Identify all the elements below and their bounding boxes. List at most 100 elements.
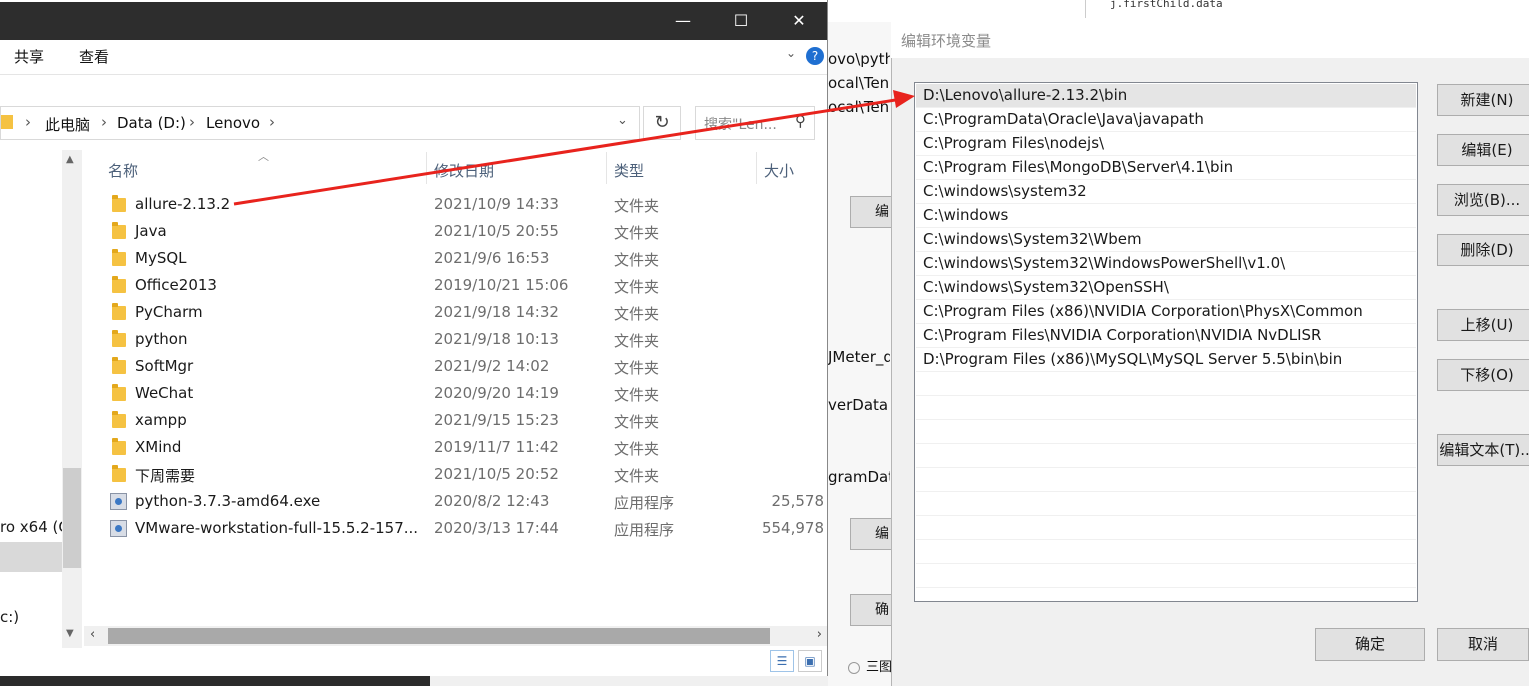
- file-type: 文件夹: [614, 467, 660, 485]
- env-path-item[interactable]: C:\windows\System32\OpenSSH\: [916, 276, 1416, 300]
- file-row[interactable]: XMind 2019/11/7 11:42 文件夹: [108, 435, 827, 462]
- env-path-item[interactable]: C:\Program Files\nodejs\: [916, 132, 1416, 156]
- tab-share[interactable]: 共享: [14, 46, 44, 67]
- file-row[interactable]: WeChat 2020/9/20 14:19 文件夹: [108, 381, 827, 408]
- search-icon[interactable]: ⚲: [795, 112, 806, 130]
- maximize-icon[interactable]: ☐: [712, 2, 770, 40]
- address-bar[interactable]: › 此电脑 › Data (D:) › Lenovo › ⌄: [0, 106, 640, 140]
- scroll-right-icon[interactable]: ›: [817, 627, 822, 642]
- horizontal-scrollbar-thumb[interactable]: [108, 628, 770, 644]
- column-divider[interactable]: [606, 152, 607, 184]
- close-icon[interactable]: ✕: [770, 2, 827, 40]
- nav-scrollbar-thumb[interactable]: [63, 468, 81, 568]
- details-view-icon[interactable]: ☰: [770, 650, 794, 672]
- file-row[interactable]: xampp 2021/9/15 15:23 文件夹: [108, 408, 827, 435]
- column-divider[interactable]: [756, 152, 757, 184]
- column-header-type[interactable]: 类型: [614, 160, 644, 181]
- file-row[interactable]: python-3.7.3-amd64.exe 2020/8/2 12:43 应用程序…: [108, 489, 827, 516]
- column-header-size[interactable]: 大小: [764, 160, 794, 181]
- env-path-item[interactable]: C:\Program Files\MongoDB\Server\4.1\bin: [916, 156, 1416, 180]
- browse-button[interactable]: 浏览(B)...: [1437, 184, 1529, 216]
- status-bar: [0, 648, 827, 676]
- file-explorer-window: — ☐ ✕ 共享 查看 ⌄ ? › 此电脑 › Data (D:) › Leno…: [0, 0, 828, 676]
- nav-scrollbar[interactable]: ▲ ▼: [62, 150, 82, 650]
- breadcrumb-this-pc[interactable]: 此电脑: [45, 114, 90, 135]
- env-path-empty-row[interactable]: [916, 372, 1416, 396]
- file-date: 2021/10/5 20:55: [434, 222, 559, 240]
- file-row[interactable]: VMware-workstation-full-15.5.2-157... 202…: [108, 516, 827, 543]
- file-date: 2021/9/18 14:32: [434, 303, 559, 321]
- sort-ascending-icon: ︿: [258, 150, 269, 163]
- chevron-down-icon[interactable]: ⌄: [786, 46, 796, 60]
- scroll-left-icon[interactable]: ‹: [90, 627, 95, 642]
- move-up-button[interactable]: 上移(U): [1437, 309, 1529, 341]
- column-divider[interactable]: [426, 152, 427, 184]
- file-row[interactable]: python 2021/9/18 10:13 文件夹: [108, 327, 827, 354]
- search-input[interactable]: 搜索"Len... ⚲: [695, 106, 815, 140]
- chevron-right-icon: ›: [25, 113, 31, 131]
- new-button[interactable]: 新建(N): [1437, 84, 1529, 116]
- env-path-item[interactable]: C:\windows\System32\WindowsPowerShell\v1…: [916, 252, 1416, 276]
- env-path-empty-row[interactable]: [916, 444, 1416, 468]
- help-icon[interactable]: ?: [806, 47, 824, 65]
- ok-button[interactable]: 确定: [1315, 628, 1425, 661]
- breadcrumb-lenovo[interactable]: Lenovo: [206, 114, 260, 132]
- background-edit-button[interactable]: 编: [850, 196, 894, 228]
- edit-button[interactable]: 编辑(E): [1437, 134, 1529, 166]
- env-path-item[interactable]: C:\windows\system32: [916, 180, 1416, 204]
- env-path-empty-row[interactable]: [916, 516, 1416, 540]
- file-row[interactable]: SoftMgr 2021/9/2 14:02 文件夹: [108, 354, 827, 381]
- nav-item-drive[interactable]: c:): [0, 608, 19, 626]
- cancel-button[interactable]: 取消: [1437, 628, 1529, 661]
- file-row[interactable]: Java 2021/10/5 20:55 文件夹: [108, 219, 827, 246]
- nav-item-selected[interactable]: [0, 542, 62, 572]
- env-path-text: D:\Program Files (x86)\MySQL\MySQL Serve…: [923, 350, 1343, 368]
- background-edit-button[interactable]: 编: [850, 518, 894, 550]
- column-header-date[interactable]: 修改日期: [434, 160, 494, 181]
- env-path-empty-row[interactable]: [916, 492, 1416, 516]
- env-path-item[interactable]: C:\Program Files\NVIDIA Corporation\NVID…: [916, 324, 1416, 348]
- folder-icon: [1, 115, 13, 129]
- env-path-empty-row[interactable]: [916, 420, 1416, 444]
- file-row[interactable]: allure-2.13.2 2021/10/9 14:33 文件夹: [108, 192, 827, 219]
- env-path-item[interactable]: D:\Program Files (x86)\MySQL\MySQL Serve…: [916, 348, 1416, 372]
- file-row[interactable]: MySQL 2021/9/6 16:53 文件夹: [108, 246, 827, 273]
- thumbnail-view-icon[interactable]: ▣: [798, 650, 822, 672]
- refresh-icon[interactable]: ↻: [643, 106, 681, 140]
- env-path-text: C:\windows\System32\OpenSSH\: [923, 278, 1169, 296]
- move-down-button[interactable]: 下移(O): [1437, 359, 1529, 391]
- address-row: › 此电脑 › Data (D:) › Lenovo › ⌄ ↻ 搜索"Len.…: [0, 104, 827, 146]
- chevron-right-icon: ›: [189, 113, 195, 131]
- minimize-icon[interactable]: —: [654, 2, 712, 40]
- env-path-item[interactable]: D:\Lenovo\allure-2.13.2\bin: [916, 84, 1416, 108]
- env-path-item[interactable]: C:\ProgramData\Oracle\Java\javapath: [916, 108, 1416, 132]
- env-path-empty-row[interactable]: [916, 540, 1416, 564]
- env-path-item[interactable]: C:\windows\System32\Wbem: [916, 228, 1416, 252]
- env-path-empty-row[interactable]: [916, 396, 1416, 420]
- env-path-item[interactable]: C:\windows: [916, 204, 1416, 228]
- env-path-list[interactable]: D:\Lenovo\allure-2.13.2\bin C:\ProgramDat…: [914, 82, 1418, 602]
- breadcrumb-data-drive[interactable]: Data (D:): [117, 114, 186, 132]
- scroll-up-icon[interactable]: ▲: [66, 154, 74, 165]
- env-path-text: C:\Program Files (x86)\NVIDIA Corporatio…: [923, 302, 1363, 320]
- file-row[interactable]: PyCharm 2021/9/18 14:32 文件夹: [108, 300, 827, 327]
- env-path-empty-row[interactable]: [916, 468, 1416, 492]
- background-path-text: ovo\pyth: [828, 50, 890, 68]
- tab-view[interactable]: 查看: [79, 46, 109, 67]
- column-header-name[interactable]: 名称: [108, 160, 138, 181]
- scroll-down-icon[interactable]: ▼: [66, 628, 74, 639]
- folder-icon: [112, 357, 126, 374]
- env-path-text: C:\windows\system32: [923, 182, 1087, 200]
- chevron-down-icon[interactable]: ⌄: [617, 113, 628, 128]
- delete-button[interactable]: 删除(D): [1437, 234, 1529, 266]
- background-ok-button[interactable]: 确: [850, 594, 894, 626]
- file-row[interactable]: Office2013 2019/10/21 15:06 文件夹: [108, 273, 827, 300]
- edit-text-button[interactable]: 编辑文本(T)...: [1437, 434, 1529, 466]
- file-date: 2020/3/13 17:44: [434, 519, 559, 537]
- nav-item-drive[interactable]: ro x64 (C: [0, 518, 69, 536]
- env-path-item[interactable]: C:\Program Files (x86)\NVIDIA Corporatio…: [916, 300, 1416, 324]
- chevron-right-icon[interactable]: ›: [269, 113, 275, 131]
- file-row[interactable]: 下周需要 2021/10/5 20:52 文件夹: [108, 462, 827, 489]
- radio-icon[interactable]: [848, 661, 860, 674]
- env-path-empty-row[interactable]: [916, 564, 1416, 588]
